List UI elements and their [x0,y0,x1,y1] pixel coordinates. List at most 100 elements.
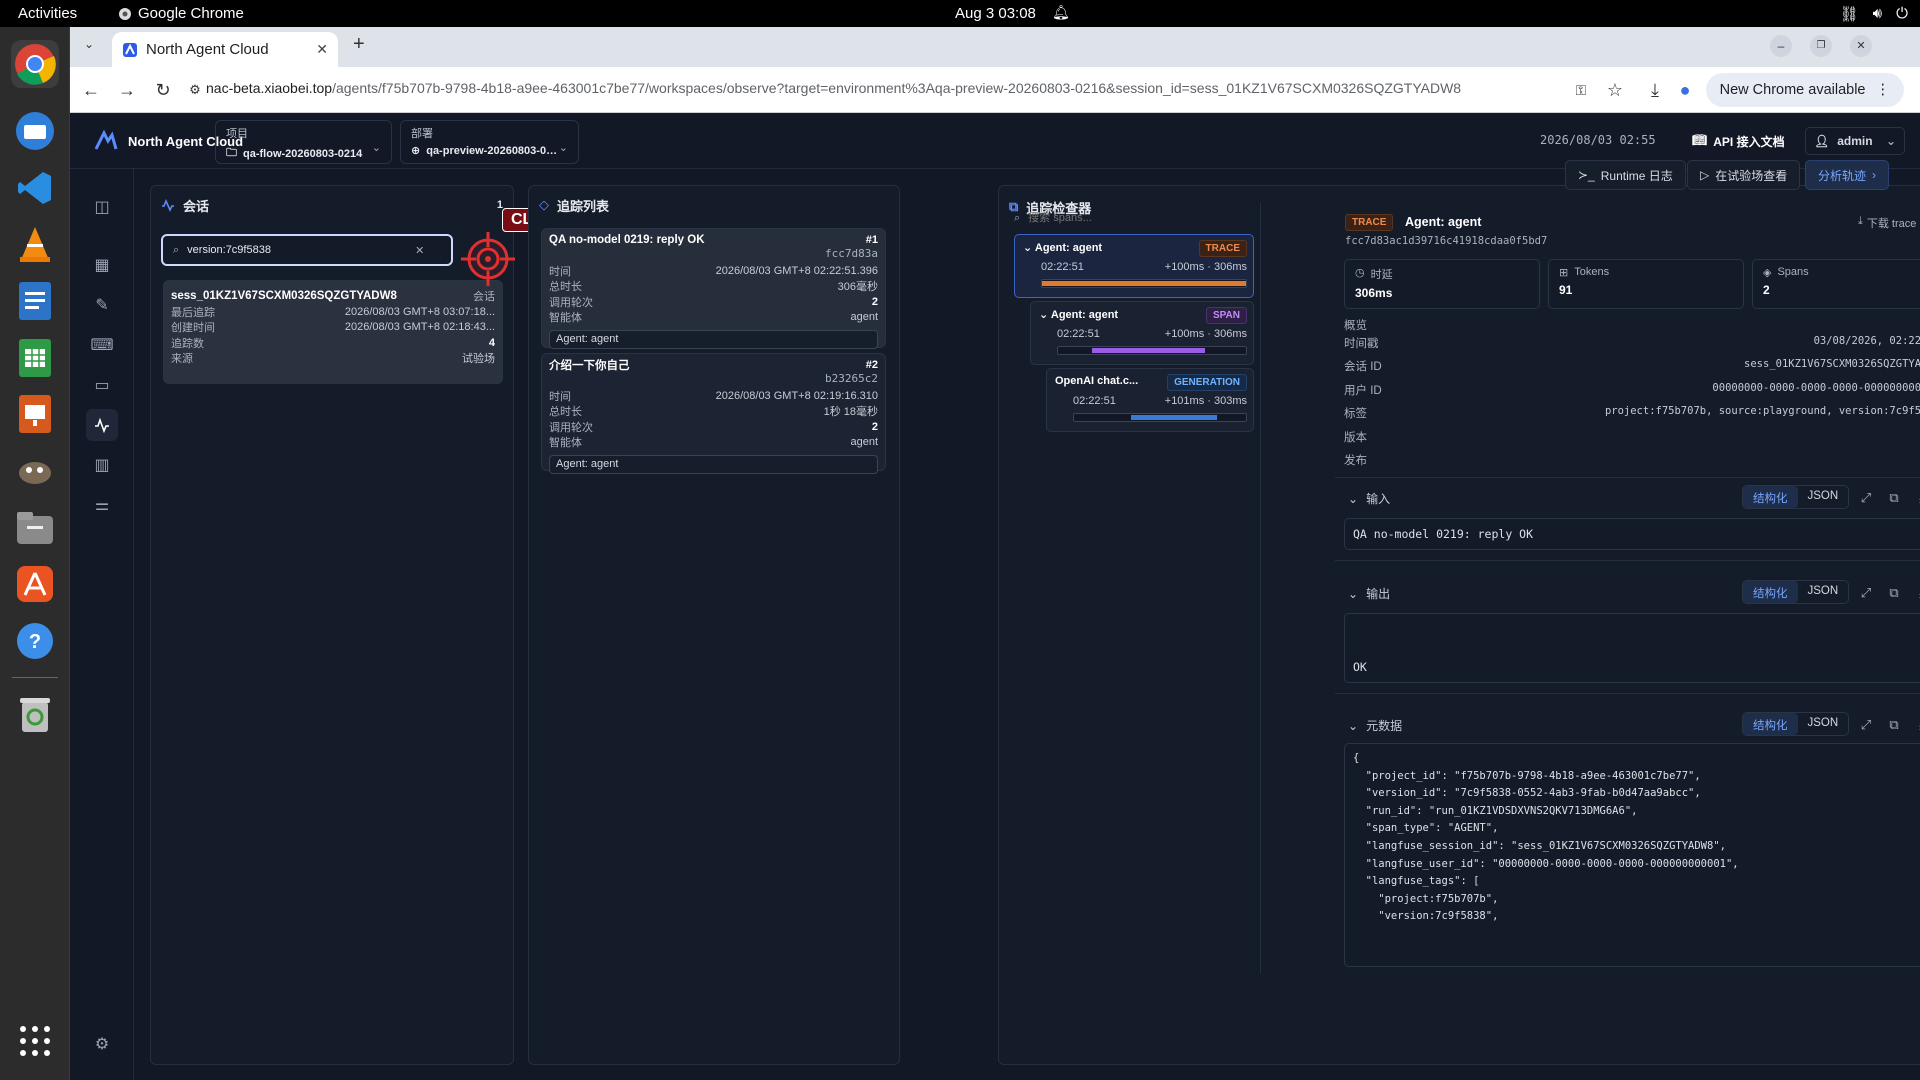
window-close-icon[interactable]: ✕ [1850,35,1872,57]
restore-icon[interactable]: ❐ [1810,35,1832,57]
structured-tab[interactable]: 结构化 [1743,713,1798,735]
trace-item[interactable]: 介绍一下你自己 #2 b23265c2 时间 2026/08/03 GMT+8 0… [541,353,886,474]
vlc-dock-icon[interactable] [11,220,59,268]
project-selector[interactable]: 项目 🗀 qa-flow-20260803-0214 ⌄ [215,120,392,164]
input-section-header[interactable]: ⌄ 输入 [1348,490,1390,507]
span-tree-divider [1260,203,1261,973]
chrome-dock-icon[interactable] [11,40,59,88]
browser-tab-active[interactable]: North Agent Cloud ✕ [112,32,338,67]
span-node[interactable]: OpenAI chat.c... GENERATION 02:22:51 +10… [1046,368,1254,432]
downloads-icon[interactable]: ⤓ [1644,79,1666,101]
download-icon[interactable]: ⤓ [1914,490,1920,506]
input-view-toggle[interactable]: 结构化 JSON [1742,485,1850,509]
app-root: North Agent Cloud 项目 🗀 qa-flow-20260803-0… [70,113,1920,1080]
bookmark-star-icon[interactable]: ☆ [1604,79,1626,101]
chat-icon[interactable]: ▭ [86,369,118,401]
stat-value: 306ms [1355,286,1393,300]
system-tray[interactable]: ⛓ 🔊︎ ⏻ [1840,5,1908,23]
chevron-right-icon: › [1872,168,1877,182]
json-tab[interactable]: JSON [1798,486,1849,508]
active-app-menu[interactable]: Google Chrome [118,5,244,22]
playground-button[interactable]: ▷ 在试验场查看 [1687,160,1801,190]
url-field[interactable]: nac-beta.xiaobei.top/agents/f75b707b-979… [206,80,1461,96]
play-icon: ▷ [1700,168,1710,182]
show-apps-icon[interactable] [11,1017,59,1065]
output-section-header[interactable]: ⌄ 输出 [1348,585,1390,602]
session-search-input[interactable] [187,244,408,256]
span-name: ⌄ Agent: agent [1039,309,1119,321]
expand-icon[interactable]: ⤢ [1858,490,1874,506]
metadata-section-header[interactable]: ⌄ 元数据 [1348,717,1402,734]
download-icon[interactable]: ⤓ [1914,717,1920,733]
structured-tab[interactable]: 结构化 [1743,581,1798,603]
minimize-icon[interactable]: – [1770,35,1792,57]
profile-avatar-icon[interactable]: ● [1674,79,1696,101]
user-menu[interactable]: 👤︎ admin ⌄ [1805,127,1905,155]
vscode-dock-icon[interactable] [11,164,59,212]
output-view-toggle[interactable]: 结构化 JSON [1742,580,1850,604]
app-center-dock-icon[interactable] [11,560,59,608]
copy-icon[interactable]: ⧉ [1886,585,1902,601]
trash-dock-icon[interactable] [11,690,59,738]
json-tab[interactable]: JSON [1798,713,1849,735]
bot-icon[interactable]: ◫ [86,191,118,223]
copy-icon[interactable]: ⧉ [1886,717,1902,733]
copy-icon[interactable]: ⧉ [1886,490,1902,506]
new-tab-icon[interactable]: + [353,33,365,56]
analyze-label: 分析轨迹 [1818,168,1867,183]
expand-icon[interactable]: ⤢ [1858,585,1874,601]
gimp-dock-icon[interactable] [11,447,59,495]
trace-row: 智能体 agent [549,436,878,450]
span-search-input[interactable] [1028,212,1249,224]
session-search[interactable]: ⌕ ✕ [161,234,453,266]
writer-dock-icon[interactable] [11,277,59,325]
files-dock-icon[interactable] [11,504,59,552]
chrome-menu-icon[interactable]: ⋮ [1876,82,1891,98]
forward-icon[interactable]: → [116,79,138,101]
overview-value: sess_01KZ1V67SCXM0326SQZGTYADW8 [1744,358,1920,371]
impress-dock-icon[interactable] [11,390,59,438]
trace-list-panel: ◇ 追踪列表 QA no-model 0219: reply OK #1 fcc… [528,185,900,1065]
span-search[interactable]: ⌕ [1014,207,1314,229]
trace-item[interactable]: QA no-model 0219: reply OK #1 fcc7d83a 时… [541,228,886,349]
metadata-view-toggle[interactable]: 结构化 JSON [1742,712,1850,736]
password-key-icon[interactable]: ⚿ [1570,79,1592,101]
session-item[interactable]: sess_01KZ1V67SCXM0326SQZGTYADW8 会话 最后追踪 2… [163,280,503,384]
json-tab[interactable]: JSON [1798,581,1849,603]
api-docs-link[interactable]: 📖︎ API 接入文档 [1692,133,1785,150]
deployment-selector[interactable]: 部署 ⊕ qa-preview-20260803-0… ⌄ [400,120,579,164]
clear-search-icon[interactable]: ✕ [415,244,424,257]
back-icon[interactable]: ← [80,79,102,101]
bar-chart-icon[interactable]: ▥ [86,449,118,481]
overview-row: 版本- [1344,429,1920,445]
edit-icon[interactable]: ✎ [86,289,118,321]
activity-icon[interactable] [86,409,118,441]
search-icon: ⌕ [1014,211,1021,224]
calc-dock-icon[interactable] [11,334,59,382]
expand-icon[interactable]: ⤢ [1858,717,1874,733]
download-icon[interactable]: ⤓ [1914,585,1920,601]
activities-button[interactable]: Activities [18,5,77,22]
new-chrome-available-button[interactable]: New Chrome available ⋮ [1705,73,1904,107]
metadata-label: 元数据 [1366,719,1403,733]
dashboard-icon[interactable]: ▦ [86,249,118,281]
span-node[interactable]: ⌄ Agent: agent SPAN 02:22:51 +100ms · 30… [1030,301,1254,365]
thunderbird-dock-icon[interactable] [11,107,59,155]
reload-icon[interactable]: ↻ [152,79,174,101]
clock[interactable]: Aug 3 03:08 [955,5,1036,22]
runtime-log-button[interactable]: ≻_ Runtime 日志 [1565,160,1686,190]
chevron-down-icon: ⌄ [371,142,381,154]
download-trace-button[interactable]: ⤓ 下载 trace [1858,215,1916,231]
analyze-trace-button[interactable]: 分析轨迹 › [1805,160,1890,190]
span-node[interactable]: ⌄ Agent: agent TRACE 02:22:51 +100ms · 3… [1014,234,1254,298]
structured-tab[interactable]: 结构化 [1743,486,1798,508]
terminal-icon[interactable]: ⌨ [86,329,118,361]
sliders-icon[interactable]: ⚌ [86,489,118,521]
tab-close-icon[interactable]: ✕ [316,41,328,58]
tab-list-chevron-icon[interactable]: ⌄ [84,37,94,51]
help-dock-icon[interactable]: ? [11,617,59,665]
project-value: qa-flow-20260803-0214 [243,147,363,160]
settings-gear-icon[interactable]: ⚙ [86,1028,118,1060]
site-info-icon[interactable]: ⚙ [184,79,206,101]
session-row: 来源 试验场 [171,353,495,366]
